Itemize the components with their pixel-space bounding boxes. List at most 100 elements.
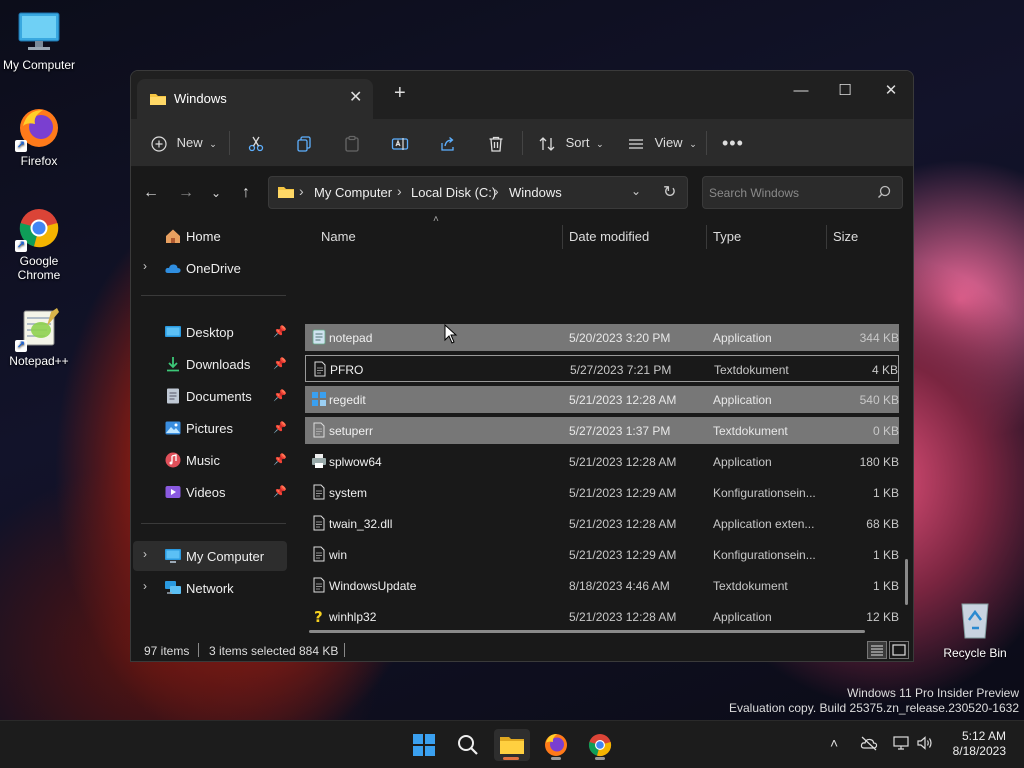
desktop-icon-chrome[interactable]: ↗ Google Chrome <box>0 206 78 282</box>
pin-icon[interactable]: 📌 <box>273 357 287 370</box>
file-name: system <box>329 486 368 500</box>
breadcrumb-local-disk[interactable]: Local Disk (C:) <box>411 185 496 200</box>
maximize-button[interactable]: ☐ <box>825 77 865 105</box>
sidebar-item-pictures[interactable]: Pictures 📌 <box>133 413 287 443</box>
file-date-modified: 5/20/2023 3:20 PM <box>569 331 671 345</box>
pin-icon[interactable]: 📌 <box>273 325 287 338</box>
chevron-right-icon[interactable]: › <box>143 259 147 273</box>
sort-button[interactable]: Sort ⌄ <box>538 129 604 157</box>
file-name: notepad <box>329 331 373 345</box>
search-box[interactable] <box>702 176 903 209</box>
monitor-icon <box>164 547 182 565</box>
file-row-regedit[interactable]: regedit 5/21/2023 12:28 AM Application 540 … <box>305 386 899 413</box>
paste-button[interactable] <box>343 129 361 157</box>
network-status-icon[interactable] <box>892 735 910 754</box>
up-button[interactable]: ↑ <box>234 181 258 205</box>
column-header-date-modified[interactable]: Date modified <box>569 229 649 244</box>
show-hidden-icons-chevron-icon[interactable]: ˄ <box>830 735 838 751</box>
sidebar-item-music[interactable]: Music 📌 <box>133 445 287 475</box>
recent-locations-button[interactable]: ⌄ <box>204 181 228 205</box>
sidebar-item-my-computer[interactable]: › My Computer <box>133 541 287 571</box>
file-name: PFRO <box>330 363 364 377</box>
music-icon <box>164 451 182 469</box>
sidebar-item-onedrive[interactable]: › OneDrive <box>133 253 287 283</box>
volume-icon[interactable] <box>916 735 934 754</box>
back-button[interactable]: ← <box>139 181 163 205</box>
clock-time: 5:12 AM <box>961 729 1006 743</box>
file-row-twain-32-dll[interactable]: twain_32.dll 5/21/2023 12:28 AM Applicatio… <box>305 510 899 537</box>
file-name: WindowsUpdate <box>329 579 417 593</box>
new-tab-button[interactable]: + <box>394 83 406 103</box>
address-history-chevron-icon[interactable]: ⌄ <box>631 184 641 198</box>
vertical-scrollbar[interactable] <box>905 559 908 605</box>
sidebar-item-home[interactable]: Home <box>133 221 287 251</box>
rename-button[interactable] <box>391 129 409 157</box>
tiles-view-button[interactable] <box>889 641 909 659</box>
search-icon <box>877 185 891 202</box>
start-button[interactable] <box>406 729 442 761</box>
file-row-splwow64[interactable]: splwow64 5/21/2023 12:28 AM Application 180… <box>305 448 899 475</box>
file-row-notepad[interactable]: notepad 5/20/2023 3:20 PM Application 344 K… <box>305 324 899 351</box>
copy-button[interactable] <box>295 129 313 157</box>
search-taskbar-button[interactable] <box>450 729 486 761</box>
column-divider <box>562 225 563 249</box>
sidebar-item-documents[interactable]: Documents 📌 <box>133 381 287 411</box>
desktop-icon-notepadpp[interactable]: ↗ Notepad++ <box>0 306 78 368</box>
forward-button[interactable]: → <box>174 181 198 205</box>
desktop-icon-my-computer[interactable]: My Computer <box>0 10 78 72</box>
file-row-win[interactable]: win 5/21/2023 12:29 AM Konfigurationsein..… <box>305 541 899 568</box>
close-window-button[interactable]: ✕ <box>871 77 911 105</box>
file-date-modified: 5/21/2023 12:28 AM <box>569 455 677 469</box>
pin-icon[interactable]: 📌 <box>273 453 287 466</box>
command-bar: New ⌄ Sort ⌄ View ⌄ ••• <box>131 119 913 167</box>
file-type: Application exten... <box>713 517 815 531</box>
minimize-button[interactable]: — <box>781 77 821 105</box>
sidebar-item-network[interactable]: › Network <box>133 573 287 603</box>
pin-icon[interactable]: 📌 <box>273 389 287 402</box>
chevron-down-icon: ⌄ <box>209 139 217 149</box>
sidebar-item-desktop[interactable]: Desktop 📌 <box>133 317 287 347</box>
pin-icon[interactable]: 📌 <box>273 485 287 498</box>
view-button[interactable]: View ⌄ <box>627 129 697 157</box>
breadcrumb-windows[interactable]: Windows <box>509 185 562 200</box>
running-indicator <box>551 757 561 760</box>
tab-windows[interactable]: Windows ✕ <box>137 79 373 119</box>
breadcrumb-my-computer[interactable]: My Computer <box>314 185 392 200</box>
pin-icon[interactable]: 📌 <box>273 421 287 434</box>
file-name: win <box>329 548 348 562</box>
sidebar-item-downloads[interactable]: Downloads 📌 <box>133 349 287 379</box>
share-button[interactable] <box>439 129 457 157</box>
horizontal-scrollbar[interactable] <box>309 630 865 633</box>
column-header-name[interactable]: Name <box>321 229 356 244</box>
file-row-setuperr[interactable]: setuperr 5/27/2023 1:37 PM Textdokument 0 K… <box>305 417 899 444</box>
file-row-pfro[interactable]: PFRO 5/27/2023 7:21 PM Textdokument 4 KB <box>305 355 899 382</box>
taskbar-clock[interactable]: 5:12 AM 8/18/2023 <box>953 729 1006 759</box>
tab-close-icon[interactable]: ✕ <box>349 87 362 107</box>
text-file-icon <box>311 422 327 438</box>
chevron-right-icon[interactable]: › <box>143 547 147 561</box>
details-view-button[interactable] <box>867 641 887 659</box>
new-button[interactable]: New ⌄ <box>151 129 217 157</box>
file-row-winhlp32[interactable]: ? winhlp32 5/21/2023 12:28 AM Application 12… <box>305 603 899 630</box>
column-header-type[interactable]: Type <box>713 229 741 244</box>
file-row-windowsupdate[interactable]: WindowsUpdate 8/18/2023 4:46 AM Textdokume… <box>305 572 899 599</box>
address-bar[interactable]: › My Computer › Local Disk (C:) › Window… <box>268 176 688 209</box>
delete-button[interactable] <box>487 129 505 157</box>
file-row-system[interactable]: system 5/21/2023 12:29 AM Konfigurationsei… <box>305 479 899 506</box>
chevron-right-icon[interactable]: › <box>143 579 147 593</box>
chrome-icon: ↗ <box>15 206 61 252</box>
file-date-modified: 5/21/2023 12:28 AM <box>569 517 677 531</box>
cut-button[interactable] <box>247 129 265 157</box>
firefox-taskbar-button[interactable] <box>538 729 574 761</box>
cloud-offline-icon[interactable] <box>860 735 878 754</box>
desktop-icon-firefox[interactable]: ↗ Firefox <box>0 106 78 168</box>
more-options-button[interactable]: ••• <box>722 129 744 157</box>
file-size: 1 KB <box>872 548 899 562</box>
search-input[interactable] <box>709 184 869 202</box>
chrome-taskbar-button[interactable] <box>582 729 618 761</box>
file-explorer-taskbar-button[interactable] <box>494 729 530 761</box>
refresh-icon[interactable]: ↻ <box>663 182 676 202</box>
column-header-size[interactable]: Size <box>833 229 858 244</box>
desktop-icon-recycle-bin[interactable]: Recycle Bin <box>936 598 1014 660</box>
sidebar-item-videos[interactable]: Videos 📌 <box>133 477 287 507</box>
